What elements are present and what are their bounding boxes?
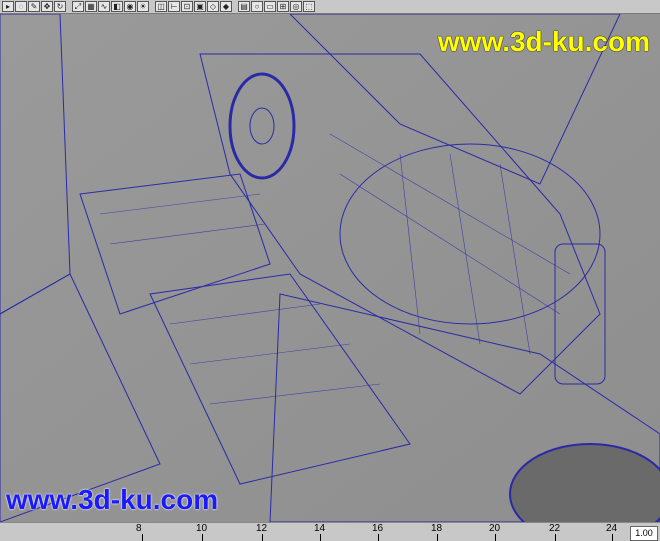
toolbar-separator <box>67 1 71 12</box>
timeline-tick-label: 12 <box>256 523 268 534</box>
paint-icon[interactable]: ✎ <box>28 1 40 12</box>
xray-icon[interactable]: ◎ <box>290 1 302 12</box>
timeline-tick-mark <box>320 534 321 541</box>
display-icon[interactable]: ▭ <box>264 1 276 12</box>
timeline-tick-mark <box>202 534 203 541</box>
light-icon[interactable]: ☀ <box>137 1 149 12</box>
timeline-tick-label: 18 <box>431 523 443 534</box>
shade-icon[interactable]: ◆ <box>220 1 232 12</box>
timeline-tick-mark <box>612 534 613 541</box>
bulb-icon[interactable]: ○ <box>251 1 263 12</box>
timeline-tick-mark <box>555 534 556 541</box>
snap-icon[interactable]: ⊡ <box>181 1 193 12</box>
surface-icon[interactable]: ◧ <box>111 1 123 12</box>
curve-icon[interactable]: ∿ <box>98 1 110 12</box>
toolbar-separator <box>233 1 237 12</box>
timeline-tick-mark <box>142 534 143 541</box>
shelf-toolbar: ▸ ◌ ✎ ✥ ↻ ⤢ ▦ ∿ ◧ ◉ ☀ ◫ ⊢ ⊡ ▣ ◇ ◆ ▤ ○ ▭ ⊞ ◎ ⬚ <box>0 0 660 14</box>
current-frame-field[interactable]: 1.00 <box>630 526 658 541</box>
toolbar-separator <box>150 1 154 12</box>
timeline-tick-label: 10 <box>196 523 208 534</box>
timeline-tick-label: 14 <box>314 523 326 534</box>
measure-icon[interactable]: ⊢ <box>168 1 180 12</box>
rotate-icon[interactable]: ↻ <box>54 1 66 12</box>
timeline-tick-mark <box>262 534 263 541</box>
select-icon[interactable]: ▸ <box>2 1 14 12</box>
timeline-tick-label: 20 <box>489 523 501 534</box>
car-interior-wireframe <box>0 14 660 522</box>
grid-snap-icon[interactable]: ⊞ <box>277 1 289 12</box>
watermark-bottom: www.3d-ku.com <box>6 484 219 515</box>
timeline-tick-label: 16 <box>372 523 384 534</box>
timeline-tick-mark <box>495 534 496 541</box>
move-icon[interactable]: ✥ <box>41 1 53 12</box>
camera-icon[interactable]: ◫ <box>155 1 167 12</box>
cube-icon[interactable]: ▣ <box>194 1 206 12</box>
timeline-tick-label: 22 <box>549 523 561 534</box>
timeline-tick-label: 24 <box>606 523 618 534</box>
timeline-tick-label: 8 <box>136 523 142 534</box>
render-icon[interactable]: ◉ <box>124 1 136 12</box>
watermark-top: www.3d-ku.com <box>437 26 650 57</box>
lasso-icon[interactable]: ◌ <box>15 1 27 12</box>
wire-icon[interactable]: ◇ <box>207 1 219 12</box>
grid-icon[interactable]: ▦ <box>85 1 97 12</box>
3d-viewport[interactable]: www.3d-ku.com www.3d-ku.com <box>0 14 660 522</box>
timeline-tick-mark <box>437 534 438 541</box>
frame-icon[interactable]: ⬚ <box>303 1 315 12</box>
time-slider[interactable]: 1.00 8 10 12 14 16 18 20 22 24 <box>0 522 660 541</box>
texture-icon[interactable]: ▤ <box>238 1 250 12</box>
scale-icon[interactable]: ⤢ <box>72 1 84 12</box>
timeline-tick-mark <box>378 534 379 541</box>
